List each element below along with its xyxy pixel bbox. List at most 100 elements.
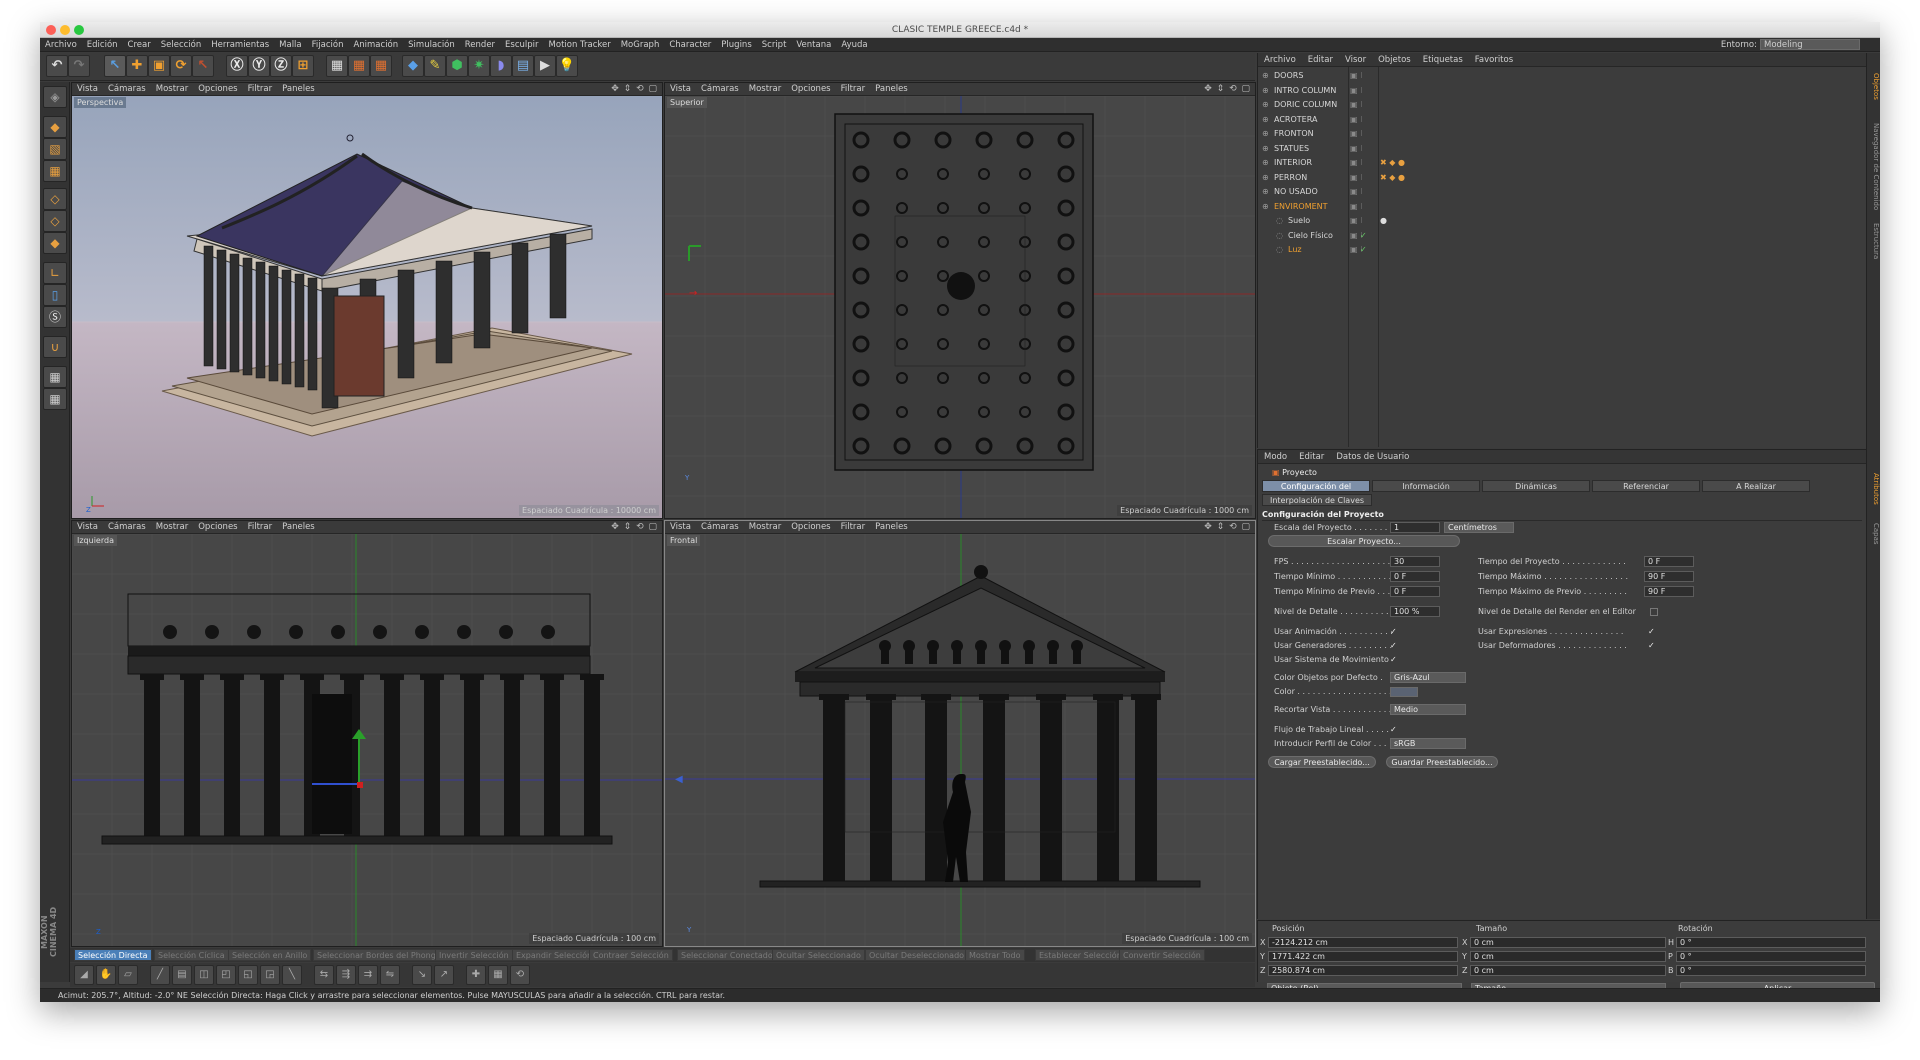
default-object-color-dropdown[interactable]: Gris-Azul [1390, 672, 1466, 683]
object-row[interactable]: ⊕ ENVIROMENT ▣ ⁝ [1258, 200, 1858, 214]
object-menu-item[interactable]: Visor [1339, 53, 1372, 67]
object-name[interactable]: DORIC COLUMN [1274, 98, 1337, 112]
normal-move-button[interactable]: ↘ [412, 965, 432, 985]
min-time-field[interactable]: 0 F [1390, 571, 1440, 582]
size-x-field[interactable]: 0 cm [1470, 937, 1666, 948]
linear-workflow-checkbox[interactable]: ✓ [1390, 726, 1398, 734]
cube-button[interactable]: ◆ [402, 55, 424, 77]
object-menu-item[interactable]: Editar [1302, 53, 1339, 67]
environment-dropdown[interactable]: Modeling [1760, 39, 1860, 50]
rotation-h-field[interactable]: 0 ° [1676, 937, 1866, 948]
crop-view-dropdown[interactable]: Medio [1390, 704, 1466, 715]
object-name[interactable]: DOORS [1274, 69, 1303, 83]
attribute-menu-item[interactable]: Modo [1258, 450, 1293, 464]
stitch-tool-button[interactable]: ⇶ [336, 965, 356, 985]
use-deformers-checkbox[interactable]: ✓ [1648, 642, 1656, 650]
model-mode-button[interactable]: ◆ [43, 116, 67, 138]
axis-mode-button[interactable]: ∟ [43, 262, 67, 284]
viewport-front[interactable]: Vista Cámaras Mostrar Opciones Filtrar Panele… [664, 520, 1256, 947]
planar-workplane-button[interactable]: ▦ [43, 366, 67, 388]
environment-selector[interactable]: Entorno: Modeling [1721, 39, 1860, 51]
object-name[interactable]: NO USADO [1274, 185, 1318, 199]
level-of-detail-field[interactable]: 100 % [1390, 606, 1440, 617]
menu-item[interactable]: Selección [156, 38, 207, 52]
tab-key-interpolation[interactable]: Interpolación de Claves [1262, 494, 1372, 506]
light-button[interactable]: 💡 [556, 55, 578, 77]
object-row[interactable]: ◌ Cielo Físico ▣ ⁝ ✓ [1258, 229, 1858, 243]
object-name[interactable]: FRONTON [1274, 127, 1314, 141]
selection-mode-tab[interactable]: Selección Directa [74, 949, 152, 961]
save-preset-button[interactable]: Guardar Preestablecido... [1386, 756, 1498, 768]
recent-tool-button[interactable]: ↖ [192, 55, 214, 77]
weld-tool-button[interactable]: ◰ [216, 965, 236, 985]
load-preset-button[interactable]: Cargar Preestablecido... [1268, 756, 1376, 768]
layer-expand-icon[interactable]: ⊕ [1262, 142, 1269, 156]
move-button[interactable]: ✚ [126, 55, 148, 77]
manager-tab[interactable]: Atributos [1868, 473, 1880, 505]
layer-expand-icon[interactable]: ⊕ [1262, 200, 1269, 214]
viewport-menu-item[interactable]: Vista [665, 83, 696, 96]
polygon-pen-button[interactable]: ◱ [238, 965, 258, 985]
enabled-check-icon[interactable]: ✓ [1360, 243, 1367, 257]
create-point-button[interactable]: ✚ [466, 965, 486, 985]
brush-tool-button[interactable]: ╲ [282, 965, 302, 985]
object-menu-item[interactable]: Objetos [1372, 53, 1417, 67]
object-name[interactable]: STATUES [1274, 142, 1309, 156]
object-row[interactable]: ⊕ DOORS ▣ ⁝ [1258, 69, 1858, 83]
visibility-icon[interactable]: ▣ ⁝ [1350, 84, 1363, 98]
visibility-icon[interactable]: ▣ ⁝ [1350, 171, 1363, 185]
fps-field[interactable]: 30 [1390, 556, 1440, 567]
object-row[interactable]: ⊕ FRONTON ▣ ⁝ [1258, 127, 1858, 141]
undo-button[interactable]: ↶ [46, 55, 68, 77]
snap-button[interactable]: Ⓢ [43, 306, 67, 328]
viewport-menu-item[interactable]: Cámaras [103, 83, 151, 96]
render-lod-checkbox[interactable] [1650, 608, 1658, 616]
menu-item[interactable]: Archivo [40, 38, 82, 52]
viewport-menu-item[interactable]: Mostrar [744, 83, 787, 96]
selection-mode-tab[interactable]: Invertir Selección [435, 949, 513, 961]
viewport-nav-icons[interactable]: ✥ ⇕ ⟲ ▢ [1204, 522, 1251, 532]
max-time-field[interactable]: 90 F [1644, 571, 1694, 582]
bridge-tool-button[interactable]: ◫ [194, 965, 214, 985]
viewport-menu-item[interactable]: Filtrar [243, 83, 278, 96]
y-axis-button[interactable]: Ⓨ [248, 55, 270, 77]
viewport-menu-item[interactable]: Opciones [193, 521, 242, 534]
visibility-icon[interactable]: ▣ ⁝ [1350, 156, 1363, 170]
coordinate-system-button[interactable]: ⊞ [292, 55, 314, 77]
layer-expand-icon[interactable]: ⊕ [1262, 127, 1269, 141]
viewport-nav-icons[interactable]: ✥ ⇕ ⟲ ▢ [611, 84, 658, 94]
preview-min-time-field[interactable]: 0 F [1390, 586, 1440, 597]
layer-expand-icon[interactable]: ⊕ [1262, 171, 1269, 185]
position-x-field[interactable]: -2124.212 cm [1268, 937, 1458, 948]
visibility-icon[interactable]: ▣ ⁝ [1350, 69, 1363, 83]
size-z-field[interactable]: 0 cm [1470, 965, 1666, 976]
object-icon[interactable]: ◌ [1276, 243, 1283, 257]
visibility-icon[interactable]: ▣ ⁝ [1350, 185, 1363, 199]
x-axis-button[interactable]: Ⓧ [226, 55, 248, 77]
menu-item[interactable]: Script [757, 38, 792, 52]
menu-item[interactable]: Crear [123, 38, 156, 52]
object-name[interactable]: ENVIROMENT [1274, 200, 1328, 214]
viewport-menu-item[interactable]: Mostrar [744, 521, 787, 534]
scale-unit-dropdown[interactable]: Centímetros [1444, 522, 1514, 533]
menu-item[interactable]: Edición [82, 38, 123, 52]
selection-mode-tab[interactable]: Ocultar Deseleccionado [865, 949, 969, 961]
viewport-menu-item[interactable]: Paneles [870, 83, 913, 96]
tag-icons[interactable]: ✖ ◆ ● [1380, 171, 1405, 185]
object-menu-item[interactable]: Etiquetas [1417, 53, 1469, 67]
viewport-menu-item[interactable]: Mostrar [151, 83, 194, 96]
floor-button[interactable]: ▤ [512, 55, 534, 77]
attribute-menu-item[interactable]: Datos de Usuario [1330, 450, 1415, 464]
knife-tool-button[interactable]: ╱ [150, 965, 170, 985]
attribute-menu-item[interactable]: Editar [1293, 450, 1330, 464]
selection-mode-tab[interactable]: Seleccionar Bordes del Phong [313, 949, 440, 961]
viewport-menu-item[interactable]: Opciones [193, 83, 242, 96]
zoom-window-button[interactable] [74, 25, 84, 35]
attribute-tab[interactable]: Configuración del Proyecto [1262, 480, 1370, 503]
viewport-top[interactable]: Vista Cámaras Mostrar Opciones Filtrar Panele… [664, 82, 1256, 519]
object-row[interactable]: ◌ Suelo ▣ ⁝ ● [1258, 214, 1858, 228]
make-editable-button[interactable]: ◈ [43, 86, 67, 108]
render-picture-viewer-button[interactable]: ▦ [348, 55, 370, 77]
live-select-button[interactable]: ↖ [104, 55, 126, 77]
viewport-menu-item[interactable]: Paneles [277, 83, 320, 96]
